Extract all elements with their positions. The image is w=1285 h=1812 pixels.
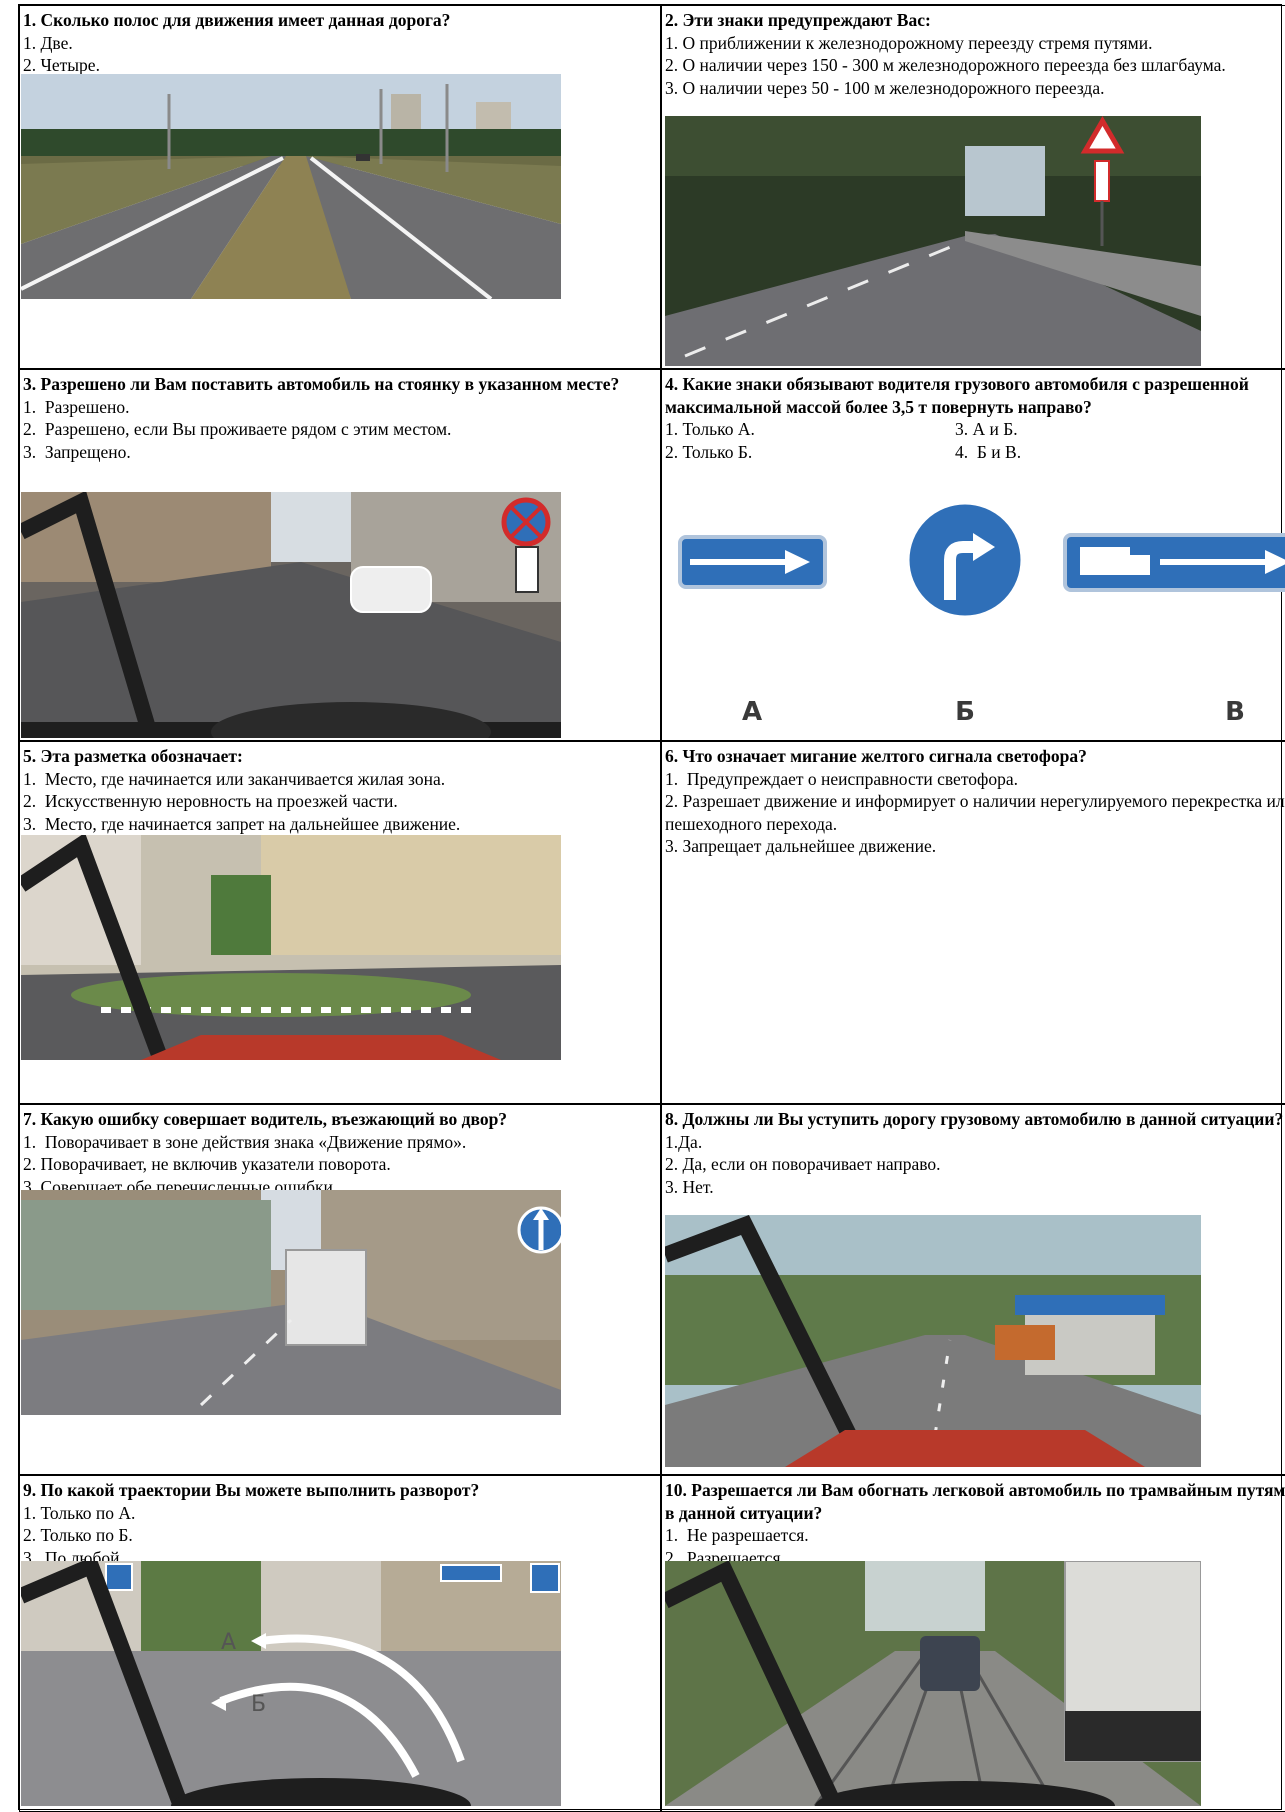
answer-option[interactable]: 2. Искусственную неровность на проезжей … [23,790,656,813]
answer-option[interactable]: 1. Только по А. [23,1502,656,1525]
truck-street-illustration [21,1190,561,1415]
question-title: 10. Разрешается ли Вам обогнать легковой… [665,1480,1285,1523]
question-title: 1. Сколько полос для движения имеет данн… [23,10,451,30]
u-turn-trajectory-illustration: А Б [21,1561,561,1806]
answer-option[interactable]: 1. Предупреждает о неисправности светофо… [665,768,1285,791]
answer-option[interactable]: 1. Разрешено. [23,396,656,419]
road-photo [21,835,561,1060]
answer-option[interactable]: 3. Нет. [665,1176,1285,1199]
answer-option[interactable]: 1. Место, где начинается или заканчивает… [23,768,656,791]
exam-sheet: 1. Сколько полос для движения имеет данн… [18,4,1285,1812]
answer-option[interactable]: 4. Б и В. [955,441,1255,464]
question-10: 10. Разрешается ли Вам обогнать легковой… [661,1475,1285,1812]
road-marking-illustration [21,835,561,1060]
question-4: 4. Какие знаки обязывают водителя грузов… [661,369,1285,741]
question-title: 6. Что означает мигание желтого сигнала … [665,746,1087,766]
question-title: 4. Какие знаки обязывают водителя грузов… [665,374,1249,417]
trajectory-label: Б [251,1692,266,1717]
street-parking-illustration [21,492,561,738]
road-photo [21,1190,561,1415]
answer-option[interactable]: 2. Разрешает движение и информирует о на… [665,790,1285,835]
answer-option[interactable]: 3. А и Б. [955,418,1255,441]
direction-signs-illustration: А Б В [678,499,1285,727]
question-title: 8. Должны ли Вы уступить дорогу грузовом… [665,1109,1284,1129]
answer-option[interactable]: 2. Поворачивает, не включив указатели по… [23,1153,656,1176]
question-title: 9. По какой траектории Вы можете выполни… [23,1480,480,1500]
question-8: 8. Должны ли Вы уступить дорогу грузовом… [661,1104,1285,1475]
question-title: 2. Эти знаки предупреждают Вас: [665,10,931,30]
question-5: 5. Эта разметка обозначает: 1. Место, гд… [19,741,661,1104]
sign-label: А [742,697,762,727]
road-photo [665,1561,1201,1806]
road-photo [665,1215,1201,1467]
answer-option[interactable]: 3. Место, где начинается запрет на дальн… [23,813,656,836]
road-photo: А Б [21,1561,561,1806]
trajectory-label: А [221,1630,236,1655]
question-9: 9. По какой траектории Вы можете выполни… [19,1475,661,1812]
question-title: 7. Какую ошибку совершает водитель, въез… [23,1109,508,1129]
answer-option[interactable]: 1. Две. [23,32,656,55]
question-3: 3. Разрешено ли Вам поставить автомобиль… [19,369,661,741]
forest-road-with-signs-illustration [665,116,1201,366]
question-title: 3. Разрешено ли Вам поставить автомобиль… [23,374,620,394]
answer-option[interactable]: 1. О приближении к железнодорожному пере… [665,32,1285,55]
answer-option[interactable]: 3. О наличии через 50 - 100 м железнодор… [665,77,1285,100]
sign-b [904,499,1026,621]
road-photo [665,116,1201,366]
sign-label: В [1225,697,1245,727]
answer-option[interactable]: 3. Запрещено. [23,441,656,464]
question-title: 5. Эта разметка обозначает: [23,746,243,766]
question-7: 7. Какую ошибку совершает водитель, въез… [19,1104,661,1475]
tram-tracks-illustration [665,1561,1201,1806]
road-photo [21,74,561,299]
gas-station-illustration [665,1215,1201,1467]
answer-option[interactable]: 1. Не разрешается. [665,1524,1285,1547]
road-photo [21,492,561,738]
answer-option[interactable]: 1. Поворачивает в зоне действия знака «Д… [23,1131,656,1154]
question-2: 2. Эти знаки предупреждают Вас: 1. О при… [661,5,1285,369]
question-1: 1. Сколько полос для движения имеет данн… [19,5,661,369]
answer-option[interactable]: 3. Запрещает дальнейшее движение. [665,835,1285,858]
answer-option[interactable]: 1. Только А. [665,418,955,441]
answer-options-grid: 1. Только А. 3. А и Б. 2. Только Б. 4. Б… [665,418,1285,463]
answer-option[interactable]: 2. Только по Б. [23,1524,656,1547]
answer-option[interactable]: 1.Да. [665,1131,1285,1154]
answer-option[interactable]: 2. Да, если он поворачивает направо. [665,1153,1285,1176]
answer-option[interactable]: 2. Разрешено, если Вы проживаете рядом с… [23,418,656,441]
road-signs-panel: А Б В [665,495,1285,740]
divided-highway-illustration [21,74,561,299]
answer-option[interactable]: 2. О наличии через 150 - 300 м железнодо… [665,54,1285,77]
question-6: 6. Что означает мигание желтого сигнала … [661,741,1285,1104]
answer-option[interactable]: 2. Только Б. [665,441,955,464]
sign-label: Б [955,697,975,727]
